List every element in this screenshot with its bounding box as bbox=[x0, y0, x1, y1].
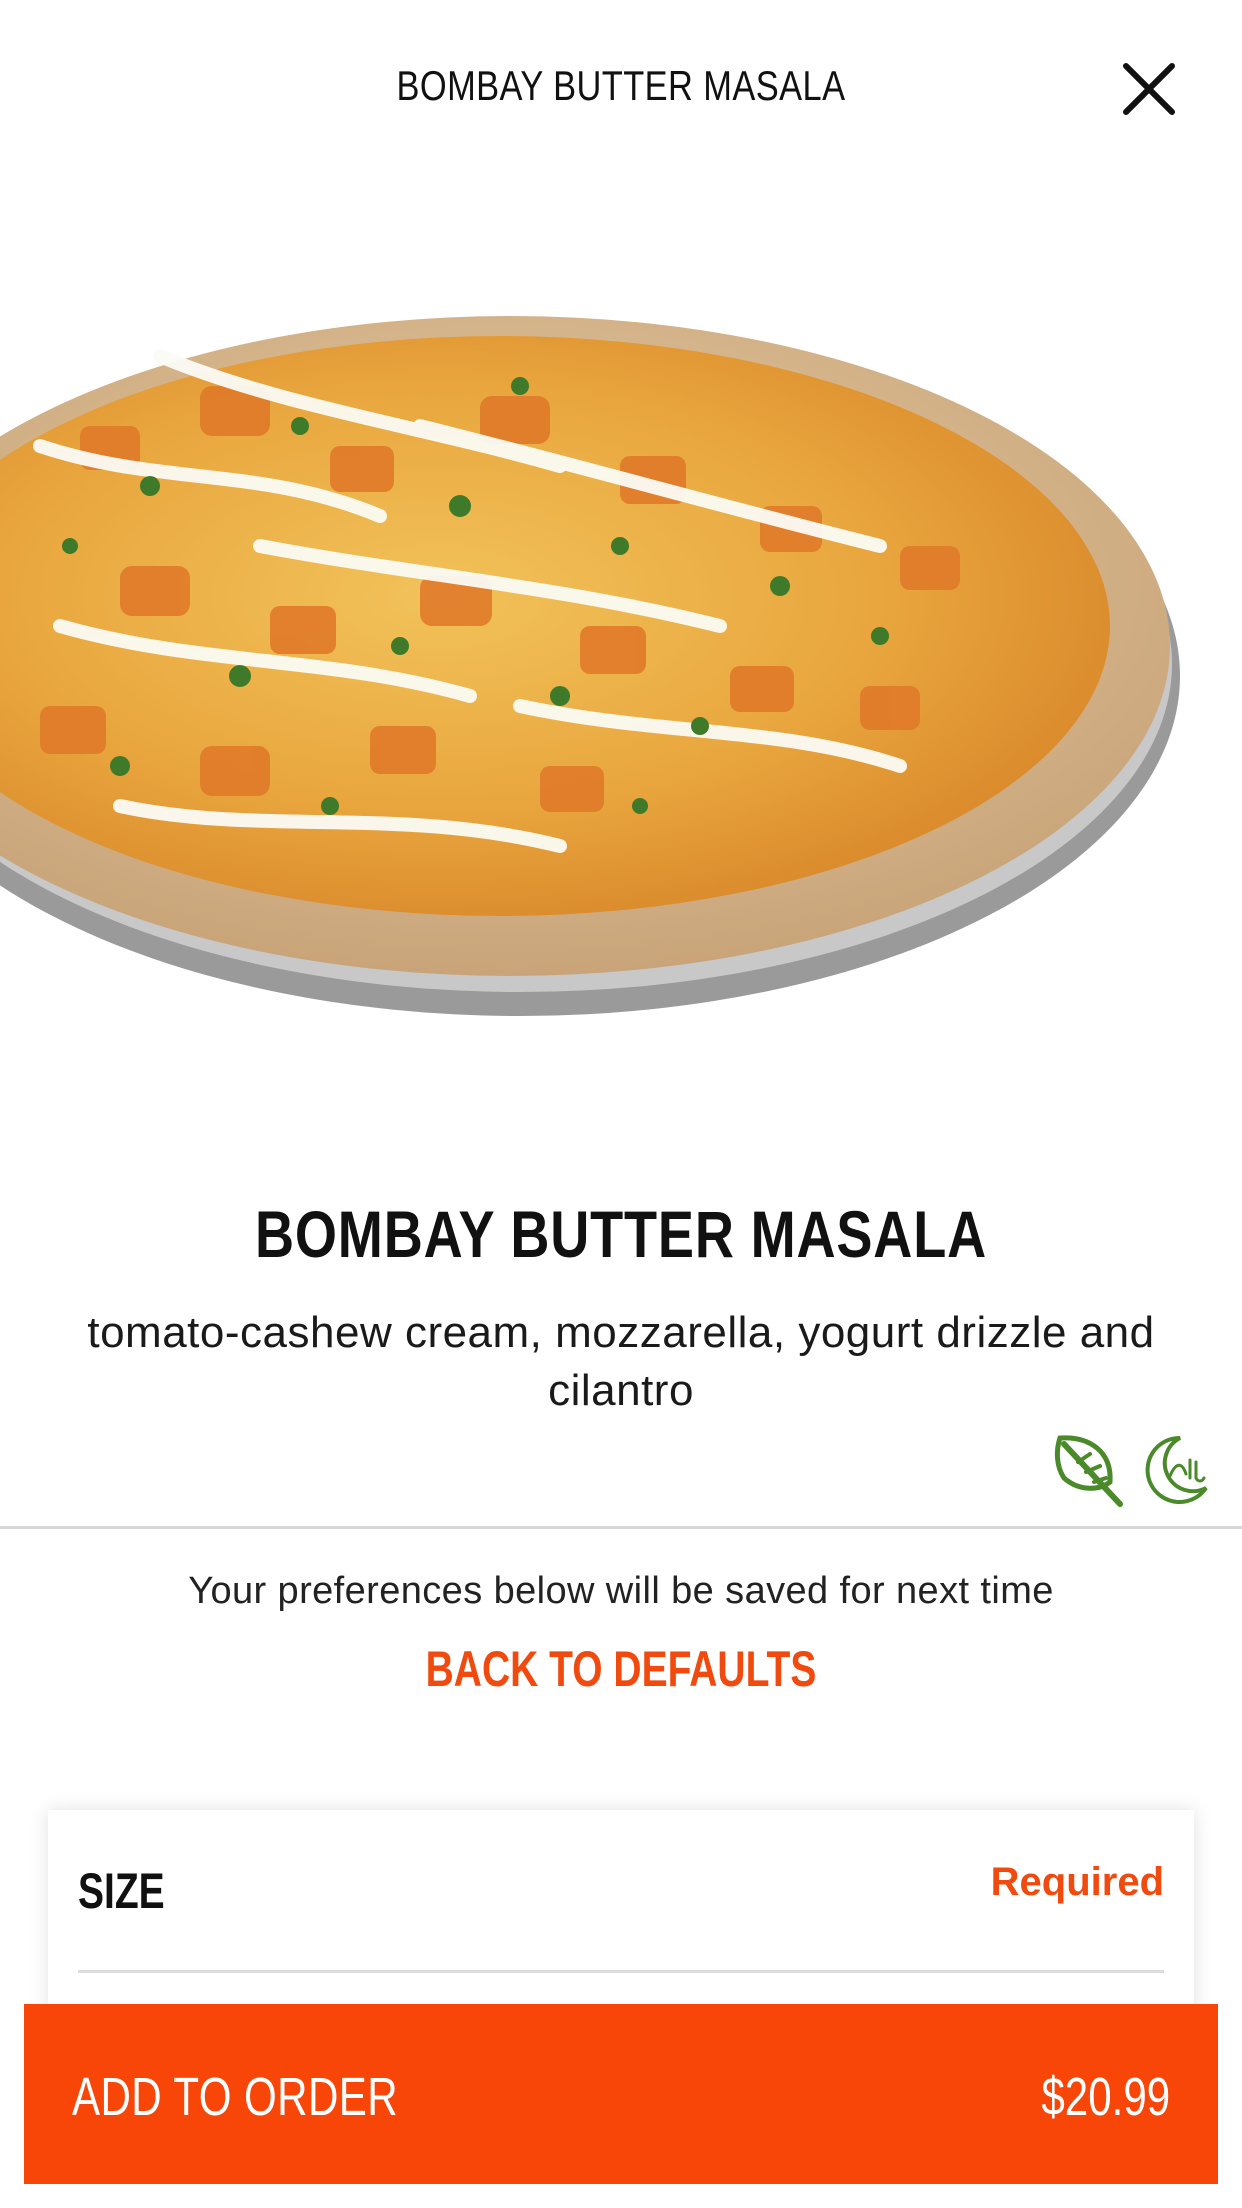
header-title: BOMBAY BUTTER MASALA bbox=[396, 62, 846, 109]
product-description: tomato-cashew cream, mozzarella, yogurt … bbox=[87, 1308, 1155, 1415]
product-image bbox=[0, 246, 1242, 1074]
top-bar: BOMBAY BUTTER MASALA bbox=[0, 0, 1242, 180]
dietary-badges bbox=[1050, 1432, 1212, 1508]
leaf-icon bbox=[1050, 1432, 1126, 1508]
preferences-note: Your preferences below will be saved for… bbox=[188, 1570, 1054, 1612]
back-to-defaults-button[interactable]: BACK TO DEFAULTS bbox=[137, 1640, 1106, 1698]
section-divider bbox=[0, 1526, 1242, 1529]
add-to-order-label: ADD TO ORDER bbox=[72, 2067, 399, 2127]
add-to-order-button[interactable]: ADD TO ORDER $20.99 bbox=[24, 2004, 1218, 2184]
halal-icon bbox=[1136, 1432, 1212, 1508]
product-title: BOMBAY BUTTER MASALA bbox=[254, 1197, 988, 1271]
size-divider bbox=[78, 1970, 1164, 1973]
order-price: $20.99 bbox=[1041, 2067, 1170, 2127]
size-section-title: SIZE bbox=[78, 1863, 165, 1919]
required-badge: Required bbox=[990, 1860, 1164, 1904]
close-icon[interactable] bbox=[1118, 58, 1180, 120]
